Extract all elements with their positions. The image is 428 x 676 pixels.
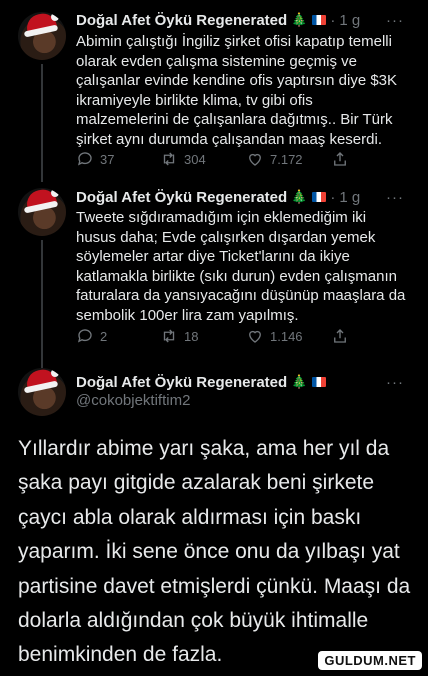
heart-icon — [249, 153, 261, 166]
tweet-text: Tweete sığdıramadığım için eklemediğim i… — [76, 209, 406, 324]
thread-line — [41, 64, 43, 182]
tweet-time[interactable]: 1 g — [339, 189, 360, 206]
more-options-icon[interactable]: ··· — [386, 189, 404, 206]
author-name[interactable]: Doğal Afet Öykü Regenerated — [76, 12, 287, 29]
france-flag-icon — [312, 377, 327, 387]
main-tweet-text: Yıllardır abime yarı şaka, ama her yıl d… — [18, 437, 411, 667]
tweet-header: Doğal Afet Öykü Regenerated 🎄 · 1 g ··· — [76, 188, 404, 206]
retweet-count: 18 — [184, 328, 199, 344]
reply-count: 37 — [100, 151, 115, 167]
tweet-header: Doğal Afet Öykü Regenerated 🎄 ··· — [76, 372, 414, 392]
avatar[interactable] — [18, 368, 66, 416]
tweet-2[interactable]: Doğal Afet Öykü Regenerated 🎄 · 1 g ··· … — [0, 176, 428, 368]
tweet-time[interactable]: 1 g — [339, 12, 360, 29]
reply-button[interactable]: 2 — [76, 327, 107, 345]
tweet-actions: 37 304 7.172 — [76, 149, 376, 169]
france-flag-icon — [312, 15, 327, 25]
tweet-text: Abimin çalıştığı İngiliz şirket ofisi ka… — [76, 33, 398, 148]
author-name[interactable]: Doğal Afet Öykü Regenerated — [76, 189, 287, 206]
like-count: 1.146 — [270, 328, 303, 344]
france-flag-icon — [312, 192, 327, 202]
retweet-count: 304 — [184, 151, 206, 167]
retweet-icon — [163, 152, 175, 166]
reply-button[interactable]: 37 — [76, 150, 114, 168]
tweet-1[interactable]: Doğal Afet Öykü Regenerated 🎄 · 1 g ··· … — [0, 0, 428, 182]
tweet-header: Doğal Afet Öykü Regenerated 🎄 · 1 g ··· — [76, 11, 404, 29]
share-icon — [334, 152, 346, 166]
author-handle[interactable]: @cokobjektiftim2 — [76, 392, 190, 409]
christmas-tree-icon: 🎄 — [291, 12, 308, 27]
like-button[interactable]: 1.146 — [246, 327, 303, 345]
heart-icon — [249, 330, 261, 343]
retweet-button[interactable]: 304 — [160, 150, 206, 168]
thread-line — [41, 240, 43, 368]
watermark-logo: GULDUM.NET — [318, 651, 422, 670]
share-icon — [334, 329, 346, 343]
christmas-tree-icon: 🎄 — [291, 374, 308, 389]
retweet-icon — [163, 329, 175, 343]
christmas-tree-icon: 🎄 — [291, 189, 308, 204]
share-button[interactable] — [331, 150, 349, 168]
retweet-button[interactable]: 18 — [160, 327, 198, 345]
like-button[interactable]: 7.172 — [246, 150, 303, 168]
like-count: 7.172 — [270, 151, 303, 167]
more-options-icon[interactable]: ··· — [386, 12, 404, 29]
reply-icon — [77, 152, 92, 166]
author-name[interactable]: Doğal Afet Öykü Regenerated — [76, 374, 287, 391]
reply-icon — [77, 329, 92, 343]
reply-count: 2 — [100, 328, 108, 344]
avatar[interactable] — [18, 12, 66, 60]
share-button[interactable] — [331, 327, 349, 345]
more-options-icon[interactable]: ··· — [386, 374, 404, 391]
tweet-actions: 2 18 1.146 — [76, 326, 376, 346]
avatar[interactable] — [18, 188, 66, 236]
